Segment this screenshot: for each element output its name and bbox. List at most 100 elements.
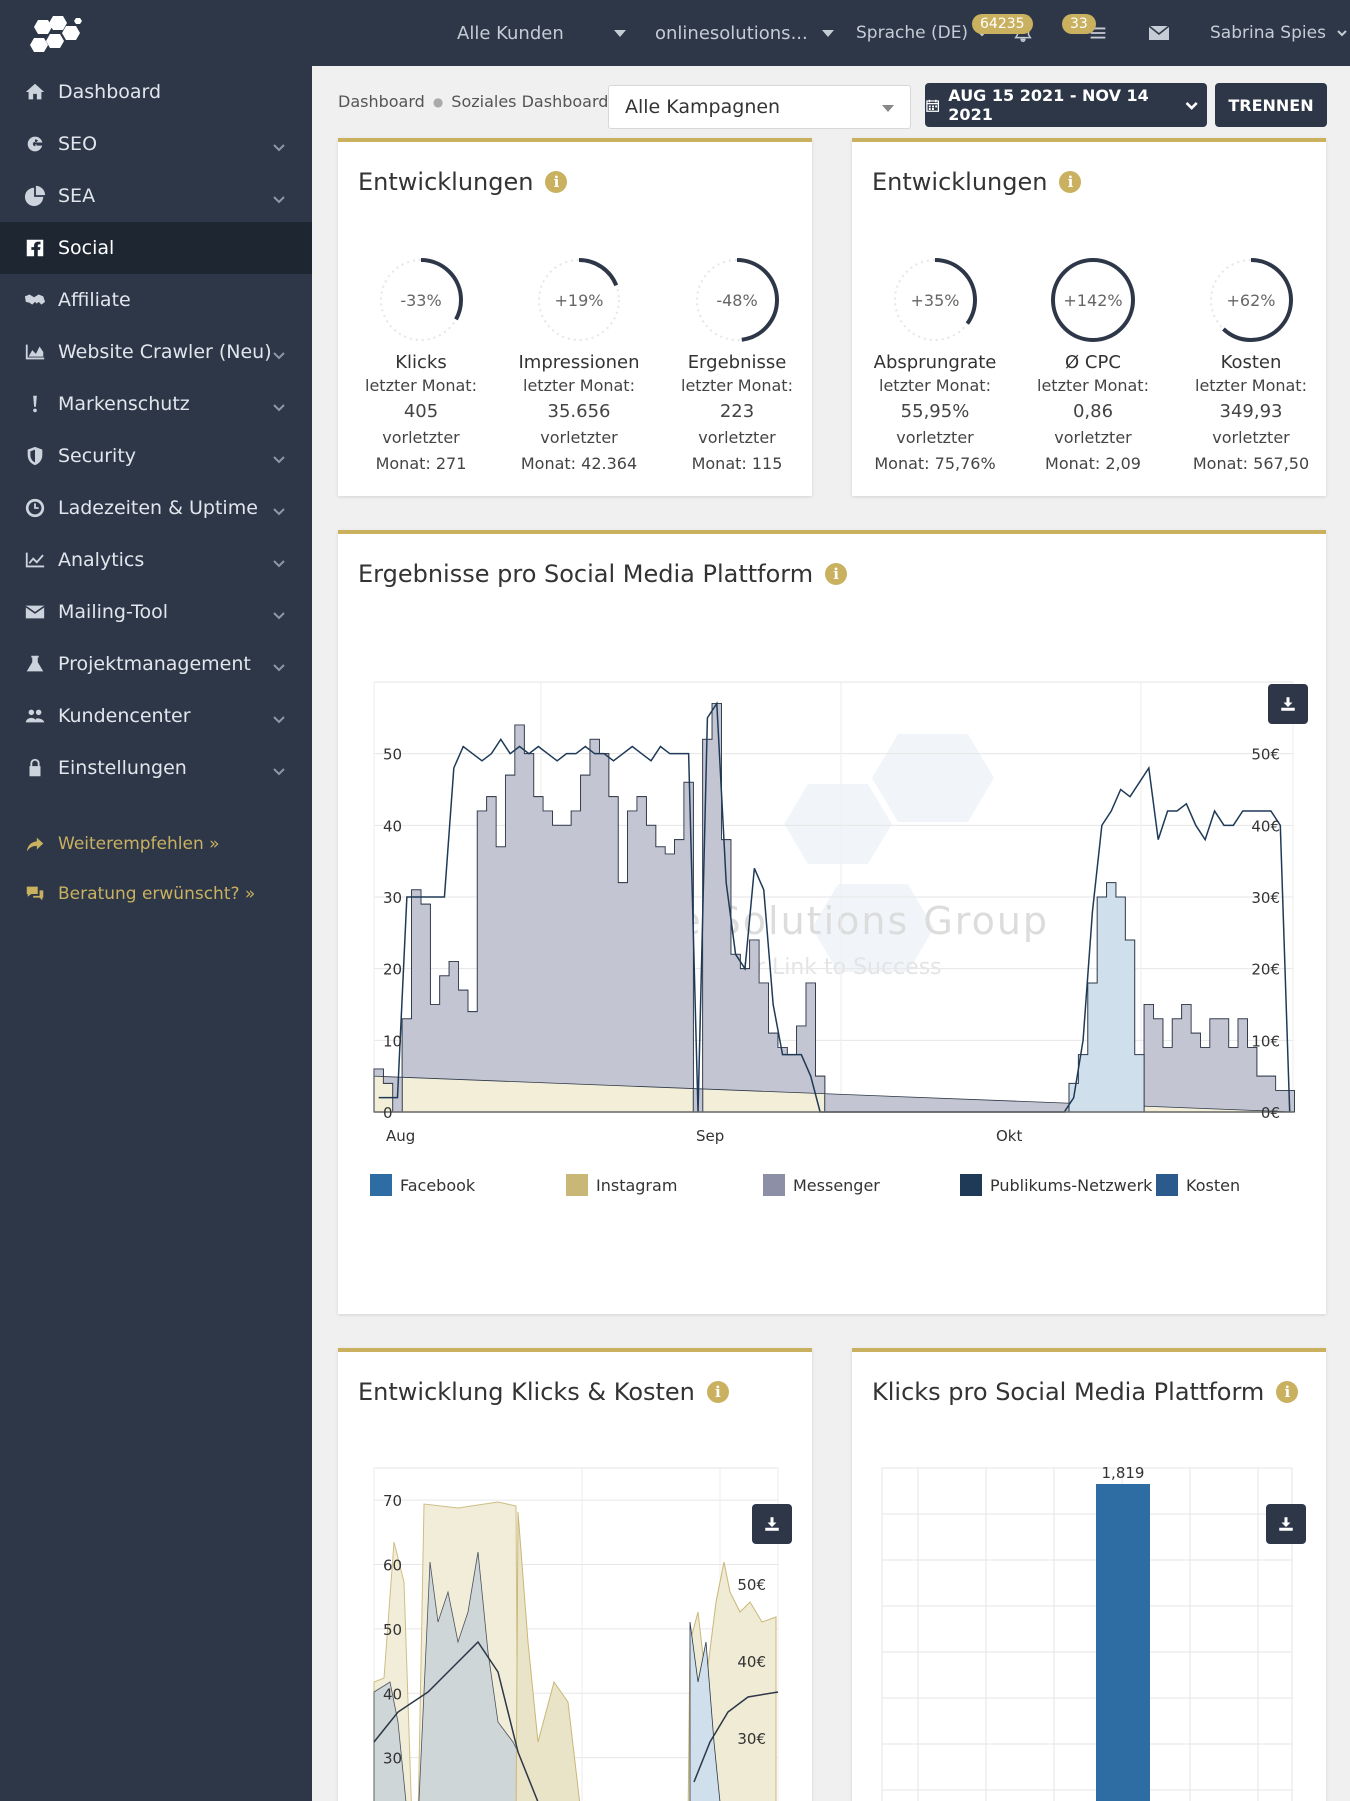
shield-icon <box>20 445 50 467</box>
kpi-name: Ergebnisse <box>687 352 787 373</box>
kpi-0: +35% Absprungrate letzter Monat: 55,95% vorl… <box>860 252 1010 477</box>
breadcrumb: Dashboard ● Soziales Dashboard <box>338 92 608 111</box>
download-button[interactable] <box>752 1504 792 1544</box>
download-button[interactable] <box>1268 684 1308 724</box>
sidebar-item-security[interactable]: Security <box>0 430 312 482</box>
legend-item[interactable]: Publikums-Netzwerk <box>960 1174 1152 1196</box>
kpi-prev-value: Monat: 42.364 <box>520 454 638 473</box>
sidebar-item-label: Security <box>58 445 137 467</box>
users-icon <box>20 705 50 727</box>
facebook-icon <box>20 237 50 259</box>
recommend-link[interactable]: Weiterempfehlen » <box>0 826 312 862</box>
kpi-change: +35% <box>910 290 960 310</box>
chevron-down-icon <box>272 553 286 568</box>
sidebar-item-projektmanagement[interactable]: Projektmanagement <box>0 638 312 690</box>
info-icon[interactable]: i <box>545 171 568 193</box>
chevron-down-icon <box>272 657 286 672</box>
sidebar-item-seo[interactable]: SEO <box>0 118 312 170</box>
customer-select-value: Alle Kunden <box>457 22 564 44</box>
sidebar-item-markenschutz[interactable]: Markenschutz <box>0 378 312 430</box>
sidebar-item-analytics[interactable]: Analytics <box>0 534 312 586</box>
chevron-down-icon <box>272 397 286 412</box>
sidebar-item-sea[interactable]: SEA <box>0 170 312 222</box>
download-button[interactable] <box>1266 1504 1306 1544</box>
split-button[interactable]: TRENNEN <box>1215 83 1327 127</box>
x-tick-label: Okt <box>996 1127 1022 1145</box>
kpi-card-left-title: Entwicklungen i <box>358 168 568 196</box>
handshake-icon <box>20 289 50 311</box>
y2-tick-label: 20€ <box>1251 961 1280 979</box>
kpi-prev-label: vorletzter <box>382 428 460 447</box>
y-tick-label: 30 <box>383 889 402 907</box>
chart-grid <box>881 1467 1293 1801</box>
sidebar-item-einstellungen[interactable]: Einstellungen <box>0 742 312 794</box>
kpi-prev-value: Monat: 75,76% <box>874 454 996 473</box>
platform-results-chart: Online Solutions Group Your Link to Succ… <box>373 681 1295 1145</box>
topbar: Alle Kunden onlinesolutions... Sprache (… <box>312 0 1350 66</box>
kpi-gauge: +19% <box>531 252 627 348</box>
kpi-card-left: Entwicklungen i -33% Klicks letzter Monat:… <box>338 138 812 496</box>
kpi-last-label: letzter Monat: <box>879 376 991 395</box>
y-tick-label: 40 <box>383 817 402 835</box>
legend-item[interactable]: Kosten <box>1156 1174 1240 1196</box>
messages-button[interactable] <box>1147 0 1171 66</box>
info-icon[interactable]: i <box>1059 171 1082 193</box>
customer-select[interactable]: Alle Kunden <box>457 0 626 66</box>
clicks-platform-chart: 1,819 <box>881 1464 1293 1801</box>
consult-link[interactable]: Beratung erwünscht? » <box>0 876 312 912</box>
kpi-gauge: +35% <box>887 252 983 348</box>
info-icon[interactable]: i <box>825 563 848 585</box>
date-range-button[interactable]: AUG 15 2021 - NOV 14 2021 <box>925 83 1207 127</box>
y-tick-label: 50 <box>383 1621 402 1639</box>
sidebar-item-website-crawler-neu[interactable]: Website Crawler (Neu) <box>0 326 312 378</box>
legend-item[interactable]: Facebook <box>370 1174 475 1196</box>
kpi-last-label: letzter Monat: <box>1037 376 1149 395</box>
sidebar-item-ladezeiten-uptime[interactable]: Ladezeiten & Uptime <box>0 482 312 534</box>
card-title-text: Ergebnisse pro Social Media Plattform <box>358 560 814 588</box>
account-select[interactable]: onlinesolutions... <box>655 0 834 66</box>
kpi-last-value: 0,86 <box>1072 401 1114 422</box>
kpi-name: Kosten <box>1220 352 1282 373</box>
breadcrumb-root[interactable]: Dashboard <box>338 92 425 111</box>
kpi-change: +62% <box>1226 290 1276 310</box>
consult-label: Beratung erwünscht? » <box>58 884 256 904</box>
campaign-select[interactable]: Alle Kampagnen <box>608 85 911 129</box>
user-menu[interactable]: Sabrina Spies <box>1210 0 1348 66</box>
y2-tick-label: 50€ <box>1251 746 1280 764</box>
sidebar-item-label: Markenschutz <box>58 393 190 415</box>
language-select[interactable]: Sprache (DE) <box>856 0 988 66</box>
calendar-icon <box>926 99 940 112</box>
account-select-value: onlinesolutions... <box>655 22 808 44</box>
kpi-0: -33% Klicks letzter Monat: 405 vorletzter Mon… <box>346 252 496 477</box>
sidebar-item-social[interactable]: Social <box>0 222 312 274</box>
bar-facebook[interactable] <box>1096 1484 1150 1801</box>
card-title-text: Klicks pro Social Media Plattform <box>872 1378 1265 1406</box>
sidebar-item-mailing-tool[interactable]: Mailing-Tool <box>0 586 312 638</box>
kpi-last-value: 35.656 <box>547 401 611 422</box>
download-icon <box>1281 697 1295 711</box>
sidebar-item-affiliate[interactable]: Affiliate <box>0 274 312 326</box>
kpi-prev-label: vorletzter <box>1212 428 1290 447</box>
chart-series <box>373 1501 779 1801</box>
download-icon <box>765 1517 779 1531</box>
app-logo[interactable] <box>28 14 86 58</box>
sidebar-item-kundencenter[interactable]: Kundencenter <box>0 690 312 742</box>
y-tick-label: 30 <box>383 1750 402 1768</box>
envelope-icon <box>1148 25 1170 40</box>
kpi-prev-label: vorletzter <box>1054 428 1132 447</box>
info-icon[interactable]: i <box>1276 1381 1299 1403</box>
legend-swatch <box>763 1174 785 1196</box>
legend-swatch <box>960 1174 982 1196</box>
legend-item[interactable]: Instagram <box>566 1174 677 1196</box>
legend-swatch <box>1156 1174 1178 1196</box>
kpi-last-value: 55,95% <box>900 401 970 422</box>
kpi-last-value: 349,93 <box>1219 401 1283 422</box>
sidebar-item-label: Ladezeiten & Uptime <box>58 497 258 519</box>
chevron-down-icon <box>613 29 626 37</box>
legend-item[interactable]: Messenger <box>763 1174 880 1196</box>
info-icon[interactable]: i <box>706 1381 729 1403</box>
chevron-down-icon <box>272 137 286 152</box>
language-label: Sprache (DE) <box>856 23 969 43</box>
y-tick-label: 10 <box>383 1032 402 1050</box>
sidebar-item-dashboard[interactable]: Dashboard <box>0 66 312 118</box>
